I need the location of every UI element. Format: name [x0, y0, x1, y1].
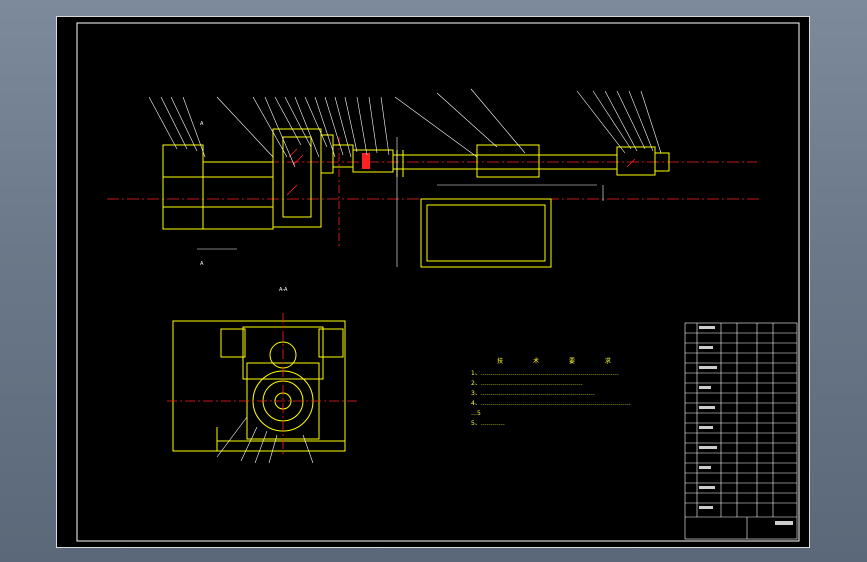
technical-note-1: 1、……………………………………………………………: [471, 370, 619, 377]
technical-note-5: 5、…………: [471, 420, 505, 427]
support-lines: [197, 137, 604, 267]
section-view-label: A-A: [279, 287, 288, 293]
section-leaders: [216, 416, 314, 464]
cad-drawing: [76, 22, 800, 542]
technical-note-4: 4、…………………………………………………………………: [471, 400, 631, 407]
technical-note-3: 3、…………………………………………………: [471, 390, 595, 397]
view-label-main-bottom: A: [200, 261, 204, 267]
technical-notes-title: 技 术 要 求: [497, 358, 625, 365]
technical-note-2: 2、……………………………………………: [471, 380, 583, 387]
base-frame: [420, 198, 552, 268]
main-view-housing: [162, 128, 354, 230]
drawing-viewport[interactable]: A A A-A 技 术 要 求 1、……………………………………………………………: [56, 16, 810, 548]
section-view: [172, 320, 346, 452]
view-label-main-left: A: [200, 121, 204, 127]
section-centerlines: [167, 313, 357, 457]
main-view-shaft: [352, 144, 670, 178]
parts-list-text: [699, 326, 793, 525]
technical-notes: 技 术 要 求 1、…………………………………………………………… 2、……………: [471, 357, 691, 429]
technical-note-4-cont: …5: [471, 410, 481, 417]
